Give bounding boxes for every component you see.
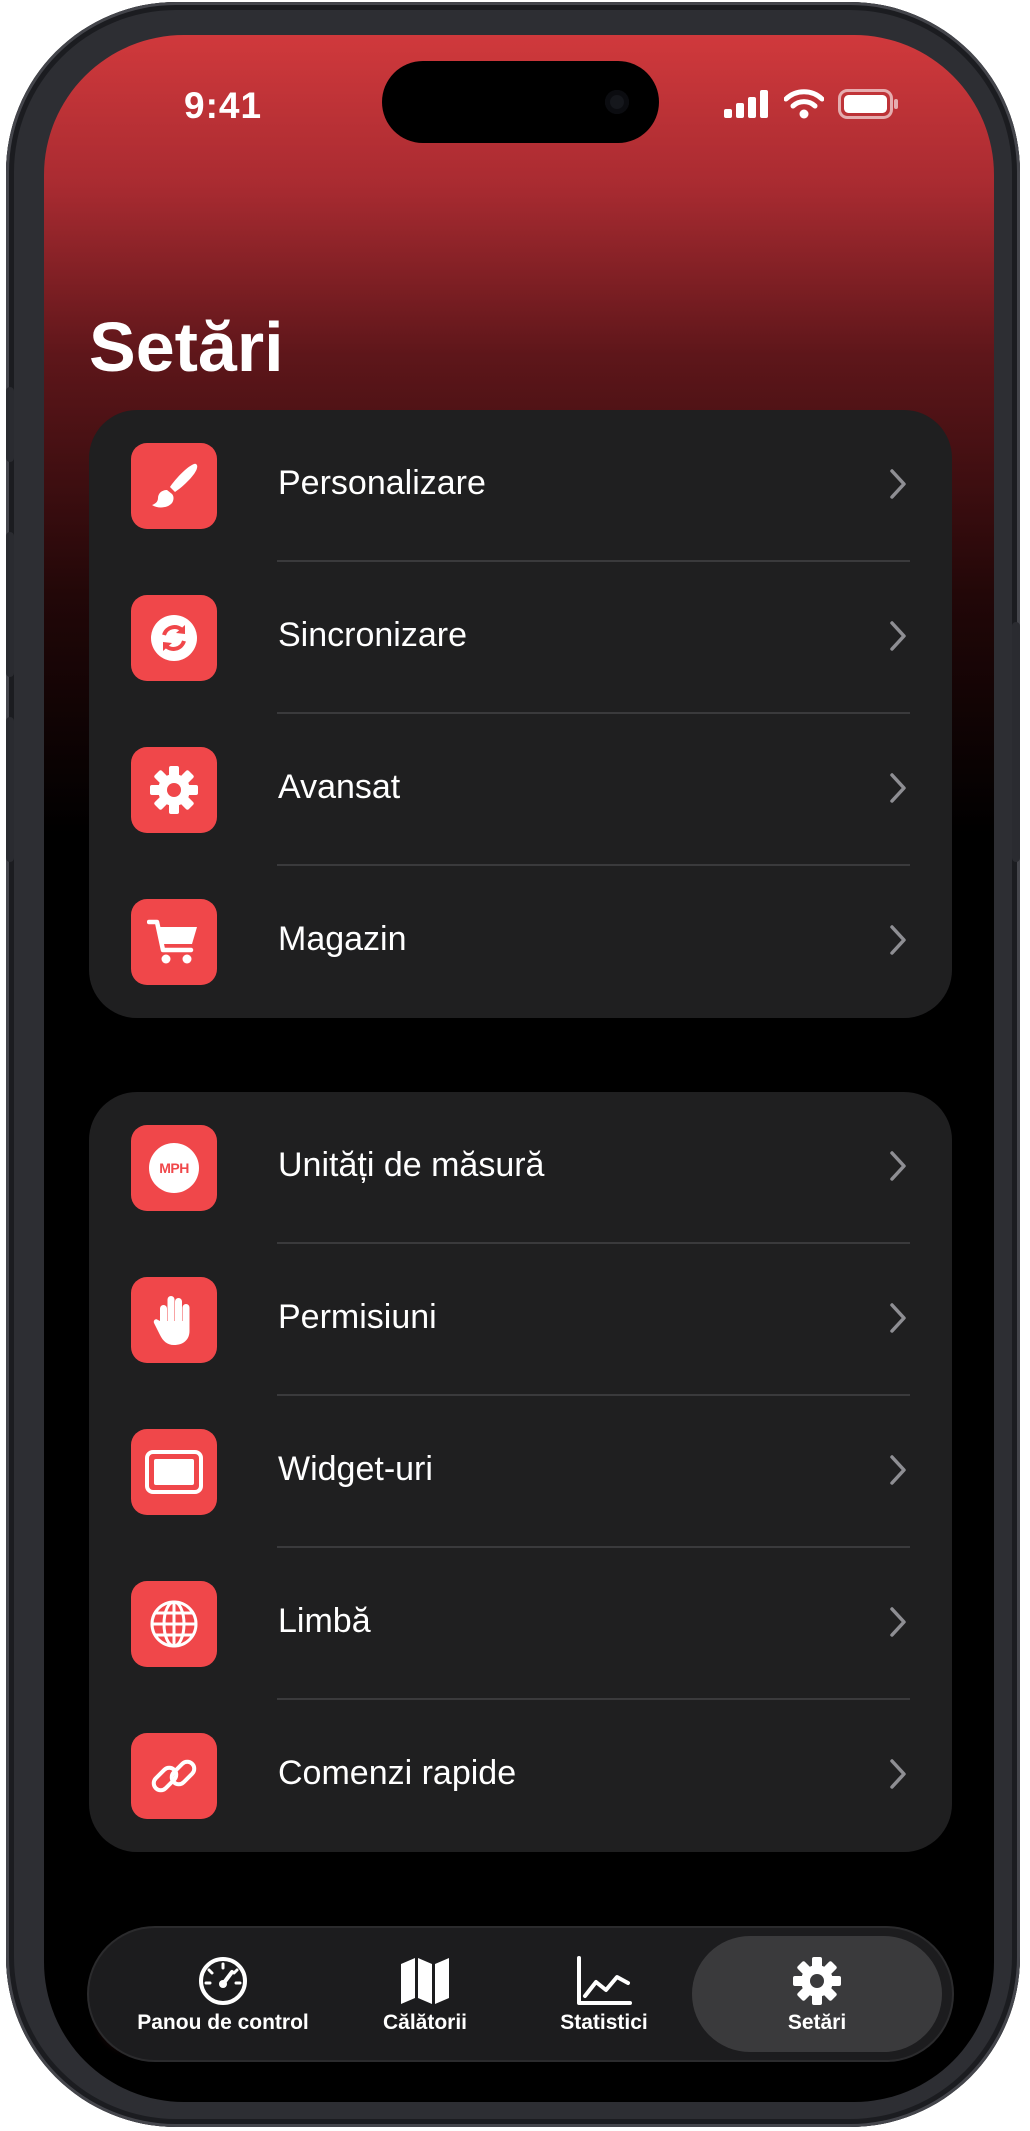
settings-group-preferences: MPH Unități de măsură Permisiuni Widget-… bbox=[89, 1092, 952, 1852]
settings-row-sync[interactable]: Sincronizare bbox=[89, 562, 952, 714]
settings-row-label: Comenzi rapide bbox=[278, 1754, 517, 1792]
settings-row-label: Permisiuni bbox=[278, 1298, 437, 1336]
settings-row-advanced[interactable]: Avansat bbox=[89, 714, 952, 866]
speedometer-icon bbox=[197, 1953, 249, 2009]
status-icons bbox=[724, 89, 900, 119]
action-button bbox=[6, 387, 14, 462]
battery-icon bbox=[838, 89, 898, 119]
settings-row-shortcuts[interactable]: Comenzi rapide bbox=[89, 1700, 952, 1852]
dynamic-island bbox=[382, 61, 659, 143]
settings-row-label: Personalizare bbox=[278, 464, 486, 502]
mph-icon-text: MPH bbox=[159, 1160, 189, 1176]
link-icon bbox=[131, 1733, 217, 1819]
volume-down-button bbox=[6, 717, 14, 862]
tab-label: Călătorii bbox=[382, 2011, 468, 2034]
hand-icon bbox=[131, 1277, 217, 1363]
settings-row-language[interactable]: Limbă bbox=[89, 1548, 952, 1700]
chart-icon bbox=[576, 1953, 632, 2009]
phone-frame: 9:41 Setări Personalizare Sincronizare A… bbox=[6, 2, 1020, 2127]
settings-row-permissions[interactable]: Permisiuni bbox=[89, 1244, 952, 1396]
settings-row-widgets[interactable]: Widget-uri bbox=[89, 1396, 952, 1548]
settings-row-label: Magazin bbox=[278, 920, 407, 958]
status-bar: 9:41 bbox=[44, 35, 994, 175]
chevron-right-icon bbox=[890, 469, 906, 499]
status-time: 9:41 bbox=[184, 85, 263, 126]
screen: 9:41 Setări Personalizare Sincronizare A… bbox=[44, 35, 994, 2102]
tab-bar: Panou de control Călătorii Statistici Se… bbox=[89, 1928, 952, 2060]
map-icon bbox=[399, 1953, 451, 2009]
sync-icon bbox=[131, 595, 217, 681]
settings-row-store[interactable]: Magazin bbox=[89, 866, 952, 1018]
tab-label: Panou de control bbox=[137, 2011, 309, 2034]
chevron-right-icon bbox=[890, 1455, 906, 1485]
settings-row-label: Unități de măsură bbox=[278, 1146, 545, 1184]
gear-icon bbox=[791, 1953, 843, 2009]
page-title: Setări bbox=[89, 308, 284, 386]
settings-group-general: Personalizare Sincronizare Avansat Magaz… bbox=[89, 410, 952, 1018]
chevron-right-icon bbox=[890, 1759, 906, 1789]
volume-up-button bbox=[6, 532, 14, 677]
settings-row-units[interactable]: MPH Unități de măsură bbox=[89, 1092, 952, 1244]
settings-row-personalization[interactable]: Personalizare bbox=[89, 410, 952, 562]
chevron-right-icon bbox=[890, 621, 906, 651]
signal-icon bbox=[724, 90, 768, 118]
chevron-right-icon bbox=[890, 925, 906, 955]
tab-settings[interactable]: Setări bbox=[692, 1936, 942, 2052]
gear-icon bbox=[131, 747, 217, 833]
chevron-right-icon bbox=[890, 1303, 906, 1333]
mph-icon: MPH bbox=[131, 1125, 217, 1211]
globe-icon bbox=[131, 1581, 217, 1667]
tab-label: Statistici bbox=[560, 2011, 648, 2034]
settings-row-label: Widget-uri bbox=[278, 1450, 433, 1488]
cart-icon bbox=[131, 899, 217, 985]
camera-icon bbox=[605, 90, 629, 114]
chevron-right-icon bbox=[890, 773, 906, 803]
wifi-icon bbox=[784, 89, 824, 119]
power-button bbox=[1012, 622, 1020, 862]
tab-dashboard[interactable]: Panou de control bbox=[89, 1928, 357, 2060]
chevron-right-icon bbox=[890, 1151, 906, 1181]
settings-row-label: Avansat bbox=[278, 768, 401, 806]
settings-row-label: Limbă bbox=[278, 1602, 371, 1640]
settings-row-label: Sincronizare bbox=[278, 616, 467, 654]
tab-trips[interactable]: Călătorii bbox=[357, 1928, 493, 2060]
chevron-right-icon bbox=[890, 1607, 906, 1637]
paintbrush-icon bbox=[131, 443, 217, 529]
tab-statistics[interactable]: Statistici bbox=[529, 1928, 679, 2060]
widget-icon bbox=[131, 1429, 217, 1515]
tab-label: Setări bbox=[787, 2011, 847, 2034]
